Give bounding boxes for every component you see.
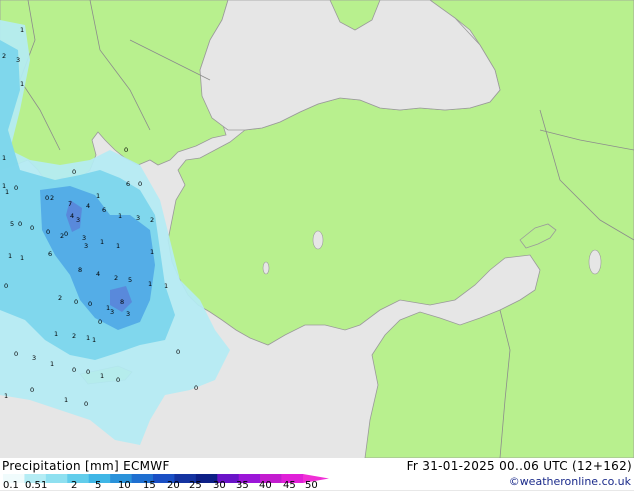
point-value: 5 (128, 276, 132, 284)
lake-3 (262, 261, 270, 275)
point-value: 0 (30, 224, 34, 232)
point-value: 1 (20, 80, 24, 88)
point-value: 6 (126, 180, 130, 188)
point-value: 1 (20, 26, 24, 34)
point-value: 2 (2, 52, 6, 60)
legend-tick-label: 10 (118, 480, 131, 491)
point-value: 2 (58, 294, 62, 302)
credit-link[interactable]: ©weatheronline.co.uk (509, 475, 631, 489)
point-value: 0 (4, 282, 8, 290)
point-value: 0 (72, 168, 76, 176)
map-footer: Precipitation [mm] ECMWF Fr 31-01-2025 0… (0, 458, 634, 491)
point-value: 0 (124, 146, 128, 154)
point-value: 2 (50, 194, 54, 202)
point-value: 2 (150, 216, 154, 224)
point-value: 1 (100, 238, 104, 246)
point-value: 3 (76, 216, 80, 224)
point-value: 0 (84, 400, 88, 408)
point-value: 7 (68, 200, 72, 208)
point-value: 0 (30, 386, 34, 394)
point-value: 3 (32, 354, 36, 362)
point-value: 0 (138, 180, 142, 188)
point-value: 4 (96, 270, 100, 278)
legend-tick-label: 15 (143, 480, 156, 491)
point-value: 6 (102, 206, 106, 214)
legend-tick-label: 45 (283, 480, 296, 491)
point-value: 1 (4, 392, 8, 400)
point-value: 1 (100, 372, 104, 380)
point-value: 0 (14, 350, 18, 358)
point-value: 0 (18, 220, 22, 228)
legend-tick-label: 50 (305, 480, 318, 491)
point-value: 3 (16, 56, 20, 64)
point-value: 6 (48, 250, 52, 258)
point-value: 1 (116, 242, 120, 250)
point-value: 1 (86, 334, 90, 342)
point-value: 1 (54, 330, 58, 338)
legend-tick-label: 40 (259, 480, 272, 491)
point-value: 1 (64, 396, 68, 404)
point-value: 3 (126, 310, 130, 318)
point-value: 2 (60, 232, 64, 240)
point-value: 1 (148, 280, 152, 288)
point-value: 0 (86, 368, 90, 376)
legend-tick-label: 0.5 (25, 480, 41, 491)
model-name: ECMWF (123, 459, 170, 473)
point-value: 1 (20, 254, 24, 262)
point-value: 3 (82, 234, 86, 242)
legend-tick-label: 2 (71, 480, 78, 491)
point-value: 1 (8, 252, 12, 260)
point-value: 1 (118, 212, 122, 220)
legend-swatch (45, 474, 68, 483)
point-value: 1 (92, 336, 96, 344)
precipitation-map: 12 3110101002 147606105 0430231 10321 1063814… (0, 0, 634, 458)
point-value: 0 (64, 230, 68, 238)
point-value: 8 (120, 298, 124, 306)
valid-time: Fr 31-01-2025 00..06 UTC (12+162) (406, 459, 632, 473)
point-value: 0 (116, 376, 120, 384)
map-title: Precipitation [mm] ECMWF (2, 459, 170, 473)
point-value: 3 (136, 214, 140, 222)
legend-tick-label: 20 (167, 480, 180, 491)
point-value: 4 (70, 212, 74, 220)
point-value: 1 (2, 154, 6, 162)
point-value: 0 (14, 184, 18, 192)
point-value: 1 (164, 282, 168, 290)
legend-tick-label: 35 (236, 480, 249, 491)
lake-2 (588, 249, 602, 275)
point-value: 1 (150, 248, 154, 256)
point-value: 1 (96, 192, 100, 200)
point-value: 3 (84, 242, 88, 250)
point-value: 1 (50, 360, 54, 368)
legend-tick-label: 30 (213, 480, 226, 491)
lake-1 (312, 230, 324, 250)
point-value: 2 (72, 332, 76, 340)
point-value: 0 (98, 318, 102, 326)
legend-tick-label: 1 (41, 480, 48, 491)
point-value: 5 (10, 220, 14, 228)
legend-tick-label: 5 (95, 480, 102, 491)
map-title-text: Precipitation [mm] (2, 459, 119, 473)
point-value: 3 (110, 308, 114, 316)
point-value: 0 (46, 228, 50, 236)
point-value: 2 (114, 274, 118, 282)
point-value: 8 (78, 266, 82, 274)
point-value: 4 (86, 202, 90, 210)
point-value: 0 (45, 194, 49, 202)
point-value: 1 (2, 182, 6, 190)
point-value: 0 (72, 366, 76, 374)
legend-tick-label: 0.1 (3, 480, 19, 491)
legend-tick-label: 25 (189, 480, 202, 491)
point-value: 0 (74, 298, 78, 306)
point-value: 0 (176, 348, 180, 356)
point-value: 0 (88, 300, 92, 308)
point-value: 0 (194, 384, 198, 392)
